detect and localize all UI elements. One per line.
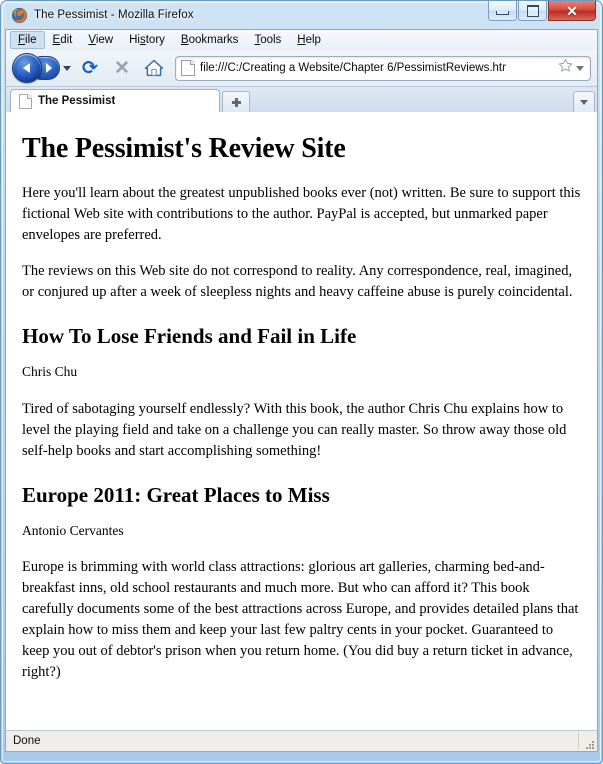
menu-item-file[interactable]: File — [10, 31, 45, 49]
menu-bar: File Edit View History Bookmarks Tools H… — [6, 30, 597, 50]
home-button[interactable] — [141, 55, 167, 81]
review-body-2: Europe is brimming with world class attr… — [22, 559, 579, 681]
window-controls: ✕ — [487, 1, 596, 21]
tab-the-pessimist[interactable]: The Pessimist — [10, 89, 220, 112]
intro-paragraph-1: Here you'll learn about the greatest unp… — [22, 184, 581, 243]
browser-chrome: File Edit View History Bookmarks Tools H… — [5, 29, 598, 112]
menu-item-view[interactable]: View — [80, 31, 121, 49]
tab-strip-filler — [250, 89, 573, 112]
review-body-1: Tired of sabotaging yourself endlessly? … — [22, 400, 567, 459]
stop-button[interactable]: ✕ — [109, 55, 135, 81]
close-icon: ✕ — [566, 2, 578, 19]
minimize-button[interactable] — [488, 1, 517, 21]
review-author-1: Chris Chu — [22, 363, 78, 379]
status-separator — [578, 733, 579, 749]
chevron-down-icon — [580, 99, 588, 105]
history-dropdown-button[interactable] — [63, 65, 71, 71]
review-heading-2: Europe 2011: Great Places to Miss — [22, 482, 330, 507]
new-tab-button[interactable] — [222, 91, 250, 112]
page-icon — [181, 60, 195, 76]
chevron-down-icon[interactable] — [576, 65, 584, 71]
home-icon — [144, 59, 164, 77]
page-title: The Pessimist's Review Site — [22, 133, 346, 164]
review-heading-1: How To Lose Friends and Fail in Life — [22, 323, 357, 348]
url-bar[interactable]: file:///C:/Creating a Website/Chapter 6/… — [175, 55, 591, 81]
review-author-2: Antonio Cervantes — [22, 522, 124, 538]
reload-button[interactable]: ⟳ — [77, 55, 103, 81]
close-button[interactable]: ✕ — [548, 1, 596, 21]
chevron-right-icon — [46, 63, 52, 73]
menu-item-history[interactable]: History — [121, 31, 173, 49]
menu-item-bookmarks[interactable]: Bookmarks — [173, 31, 247, 49]
reload-icon: ⟳ — [82, 56, 98, 79]
star-icon[interactable] — [558, 58, 573, 78]
tab-label: The Pessimist — [38, 95, 116, 107]
status-bar: Done — [5, 730, 598, 752]
chevron-left-icon — [22, 63, 30, 73]
tab-list-button[interactable] — [573, 91, 595, 112]
back-button[interactable] — [12, 53, 42, 83]
page-content: The Pessimist's Review Site Here you'll … — [5, 112, 598, 730]
title-bar: The Pessimist - Mozilla Firefox ✕ — [5, 1, 598, 29]
navigation-toolbar: ⟳ ✕ file:///C:/Creating a Website/Chapte… — [6, 50, 597, 86]
plus-icon — [231, 97, 241, 107]
resize-grip-icon[interactable] — [582, 737, 594, 749]
menu-item-edit[interactable]: Edit — [45, 31, 81, 49]
intro-paragraph-2: The reviews on this Web site do not corr… — [22, 262, 573, 300]
maximize-button[interactable] — [518, 1, 547, 21]
menu-item-help[interactable]: Help — [289, 31, 329, 49]
browser-window: The Pessimist - Mozilla Firefox ✕ File E… — [0, 0, 603, 764]
nav-button-group — [12, 53, 71, 83]
status-text: Done — [13, 735, 41, 747]
close-x-icon: ✕ — [114, 57, 130, 79]
page-icon — [19, 93, 32, 109]
minimize-icon — [489, 1, 516, 20]
url-input[interactable]: file:///C:/Creating a Website/Chapter 6/… — [200, 62, 555, 74]
window-title: The Pessimist - Mozilla Firefox — [34, 9, 194, 21]
maximize-icon — [519, 1, 546, 20]
menu-item-tools[interactable]: Tools — [246, 31, 289, 49]
firefox-logo-icon — [11, 7, 28, 24]
tab-strip: The Pessimist — [6, 86, 597, 112]
